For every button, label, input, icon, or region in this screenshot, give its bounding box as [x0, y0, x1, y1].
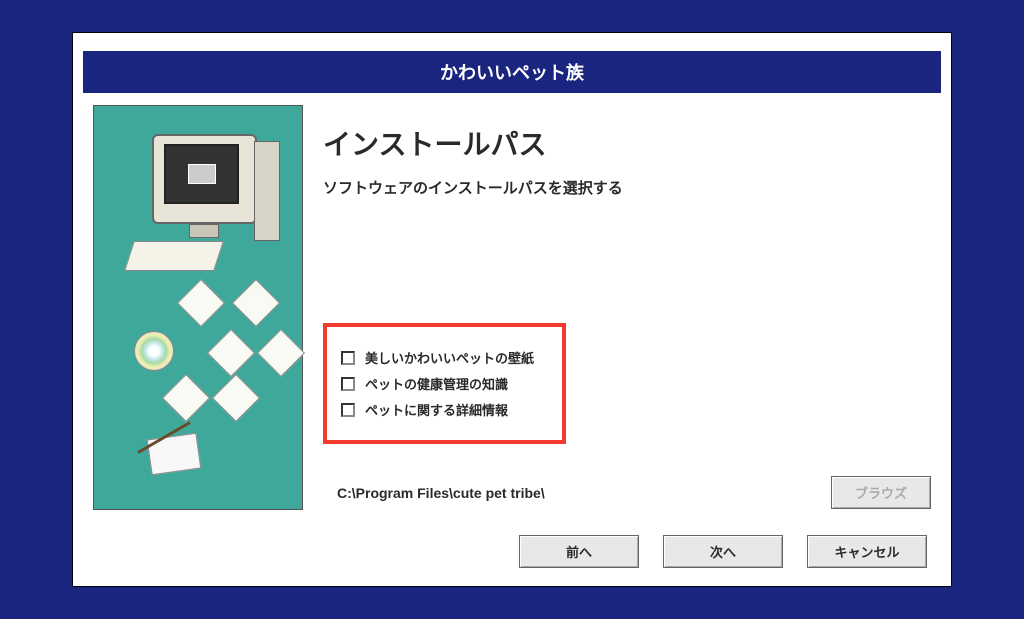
- installer-illustration: [93, 105, 303, 510]
- checkbox-health[interactable]: [341, 377, 355, 391]
- install-path-text: C:\Program Files\cute pet tribe\: [323, 485, 545, 501]
- main-panel: インストールパス ソフトウェアのインストールパスを選択する 美しいかわいいペット…: [323, 105, 931, 517]
- page-heading: インストールパス: [323, 123, 931, 163]
- checkbox-details[interactable]: [341, 403, 355, 417]
- option-row: 美しいかわいいペットの壁紙: [341, 348, 534, 367]
- next-button[interactable]: 次へ: [663, 535, 783, 568]
- floppy-icon: [212, 374, 260, 422]
- notepad-icon: [147, 433, 202, 476]
- floppy-icon: [177, 279, 225, 327]
- footer-buttons: 前へ 次へ キャンセル: [83, 517, 941, 576]
- option-label: 美しいかわいいペットの壁紙: [365, 348, 534, 367]
- option-label: ペットに関する詳細情報: [365, 400, 508, 419]
- option-label: ペットの健康管理の知識: [365, 374, 508, 393]
- floppy-icon: [162, 374, 210, 422]
- installer-dialog: かわいいペット族 インストールパス ソフトウェアのインストールパスを選択する: [72, 32, 952, 587]
- option-row: ペットに関する詳細情報: [341, 400, 534, 419]
- title-bar: かわいいペット族: [83, 51, 941, 93]
- floppy-icon: [232, 279, 280, 327]
- floppy-icon: [257, 329, 305, 377]
- monitor-icon: [152, 134, 257, 224]
- browse-button[interactable]: ブラウズ: [831, 476, 931, 509]
- page-subheading: ソフトウェアのインストールパスを選択する: [323, 177, 931, 198]
- content-area: インストールパス ソフトウェアのインストールパスを選択する 美しいかわいいペット…: [83, 105, 941, 517]
- back-button[interactable]: 前へ: [519, 535, 639, 568]
- options-highlight-box: 美しいかわいいペットの壁紙 ペットの健康管理の知識 ペットに関する詳細情報: [323, 323, 566, 444]
- keyboard-icon: [124, 241, 224, 271]
- computer-tower-icon: [254, 141, 280, 241]
- checkbox-wallpaper[interactable]: [341, 351, 355, 365]
- cancel-button[interactable]: キャンセル: [807, 535, 927, 568]
- cd-icon: [134, 331, 174, 371]
- option-row: ペットの健康管理の知識: [341, 374, 534, 393]
- floppy-icon: [207, 329, 255, 377]
- install-path-row: C:\Program Files\cute pet tribe\ ブラウズ: [323, 476, 931, 509]
